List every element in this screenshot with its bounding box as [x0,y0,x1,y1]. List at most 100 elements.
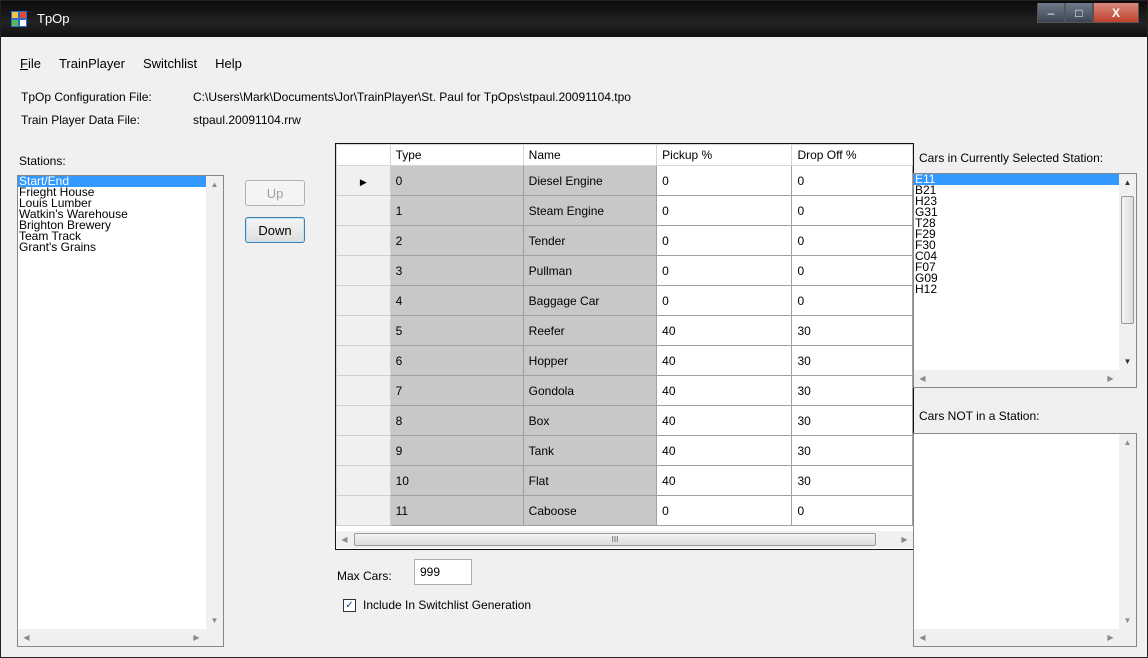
cell-pickup[interactable]: 40 [656,375,793,406]
cell-name[interactable]: Pullman [522,255,658,286]
cell-type[interactable]: 11 [389,495,524,526]
scroll-right-arrow-icon[interactable]: ▶ [1102,370,1119,387]
cell-name[interactable]: Steam Engine [522,195,658,226]
cell-name[interactable]: Caboose [522,495,658,526]
cell-pickup[interactable]: 40 [656,465,793,496]
cars-not-in-station-hscroll[interactable]: ◀ ▶ [914,629,1136,646]
cell-pickup[interactable]: 0 [656,165,793,196]
car-item[interactable]: C04 [914,250,1120,262]
cell-pickup[interactable]: 0 [656,195,793,226]
grid-row[interactable]: 7 Gondola 40 30 [336,375,913,406]
cell-pickup[interactable]: 0 [656,285,793,316]
scroll-left-arrow-icon[interactable]: ◀ [914,370,931,387]
grid-row[interactable]: 1 Steam Engine 0 0 [336,195,913,226]
cell-pickup[interactable]: 40 [656,405,793,436]
cell-type[interactable]: 10 [389,465,524,496]
cars-not-in-station-vscroll[interactable]: ▲ ▼ [1119,434,1136,629]
scroll-down-arrow-icon[interactable]: ▼ [206,612,223,629]
cell-type[interactable]: 2 [389,225,524,256]
row-header[interactable] [336,345,391,376]
cell-name[interactable]: Gondola [522,375,658,406]
stations-vscroll[interactable]: ▲ ▼ [206,176,223,629]
car-item[interactable]: F30 [914,239,1120,251]
grid-hscroll[interactable]: ◀ III ▶ [336,531,913,548]
cell-dropoff[interactable]: 0 [791,285,913,316]
cell-dropoff[interactable]: 30 [791,405,913,436]
car-item[interactable]: F07 [914,261,1120,273]
row-header[interactable] [336,375,391,406]
cars-in-station-vscroll[interactable]: ▲ ▼ [1119,174,1136,370]
title-bar[interactable]: TpOp – □ X [1,1,1147,37]
cell-dropoff[interactable]: 0 [791,165,913,196]
car-item[interactable]: F29 [914,228,1120,240]
car-item[interactable]: H12 [914,283,1120,295]
row-header[interactable] [336,315,391,346]
cars-not-in-station-list[interactable]: ▲ ▼ ◀ ▶ [913,433,1137,647]
cell-pickup[interactable]: 40 [656,315,793,346]
cell-name[interactable]: Tender [522,225,658,256]
scroll-up-arrow-icon[interactable]: ▲ [206,176,223,193]
cell-dropoff[interactable]: 30 [791,435,913,466]
scroll-left-arrow-icon[interactable]: ◀ [336,531,353,548]
stations-hscroll[interactable]: ◀ ▶ [18,629,223,646]
column-header-name[interactable]: Name [522,144,658,166]
cell-dropoff[interactable]: 30 [791,315,913,346]
cars-in-station-vscroll-thumb[interactable] [1121,196,1134,324]
cell-type[interactable]: 4 [389,285,524,316]
row-header[interactable] [336,495,391,526]
row-header[interactable] [336,255,391,286]
car-item[interactable]: G31 [914,206,1120,218]
cell-type[interactable]: 9 [389,435,524,466]
cell-dropoff[interactable]: 30 [791,375,913,406]
scroll-right-arrow-icon[interactable]: ▶ [896,531,913,548]
station-item[interactable]: Grant's Grains [18,241,207,253]
cell-dropoff[interactable]: 0 [791,255,913,286]
cell-name[interactable]: Hopper [522,345,658,376]
grid-row[interactable]: 11 Caboose 0 0 [336,495,913,526]
max-cars-input[interactable] [414,559,472,585]
column-header-pickup[interactable]: Pickup % [656,144,793,166]
scroll-left-arrow-icon[interactable]: ◀ [914,629,931,646]
include-switchlist-checkbox[interactable]: ✓ [343,599,356,612]
cell-pickup[interactable]: 0 [656,495,793,526]
grid-row[interactable]: ▶ 0 Diesel Engine 0 0 [336,165,913,196]
cell-dropoff[interactable]: 0 [791,195,913,226]
cell-type[interactable]: 5 [389,315,524,346]
scroll-right-arrow-icon[interactable]: ▶ [188,629,205,646]
cell-type[interactable]: 1 [389,195,524,226]
menu-switchlist[interactable]: Switchlist [134,53,206,77]
include-switchlist-label[interactable]: Include In Switchlist Generation [363,598,531,612]
scroll-down-arrow-icon[interactable]: ▼ [1119,353,1136,370]
up-button[interactable]: Up [245,180,305,206]
row-header[interactable]: ▶ [336,165,391,196]
cell-name[interactable]: Tank [522,435,658,466]
cell-pickup[interactable]: 0 [656,225,793,256]
cell-type[interactable]: 7 [389,375,524,406]
cell-name[interactable]: Flat [522,465,658,496]
stations-list[interactable]: Start/End Frieght House Louis Lumber Watkin… [17,175,224,647]
cell-pickup[interactable]: 40 [656,435,793,466]
row-header[interactable] [336,285,391,316]
cell-pickup[interactable]: 40 [656,345,793,376]
grid-row[interactable]: 2 Tender 0 0 [336,225,913,256]
cell-pickup[interactable]: 0 [656,255,793,286]
cell-dropoff[interactable]: 30 [791,345,913,376]
grid-row[interactable]: 8 Box 40 30 [336,405,913,436]
cell-dropoff[interactable]: 30 [791,465,913,496]
grid-row[interactable]: 9 Tank 40 30 [336,435,913,466]
grid-hscroll-thumb[interactable]: III [354,533,876,546]
cars-in-station-list[interactable]: E11 B21 H23 G31 T28 F29 F30 C04 F07 G09 H12 ▲ ▼ ◀ … [913,173,1137,388]
grid-row[interactable]: 4 Baggage Car 0 0 [336,285,913,316]
down-button[interactable]: Down [245,217,305,243]
minimize-button[interactable]: – [1037,3,1065,23]
cell-type[interactable]: 0 [389,165,524,196]
scroll-right-arrow-icon[interactable]: ▶ [1102,629,1119,646]
car-item[interactable]: B21 [914,184,1120,196]
cell-name[interactable]: Box [522,405,658,436]
maximize-button[interactable]: □ [1065,3,1093,23]
close-button[interactable]: X [1093,3,1139,23]
row-header[interactable] [336,435,391,466]
cell-name[interactable]: Diesel Engine [522,165,658,196]
car-item[interactable]: T28 [914,217,1120,229]
menu-help[interactable]: Help [206,53,251,77]
